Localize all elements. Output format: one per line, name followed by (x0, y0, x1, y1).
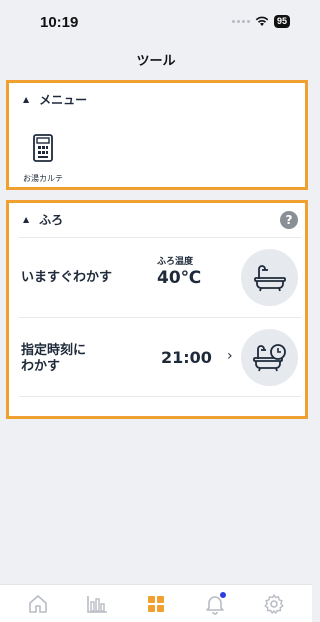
bathtub-clock-icon (252, 343, 286, 371)
collapse-triangle-icon: ▲ (23, 215, 30, 224)
bath-record-icon (33, 134, 53, 162)
menu-section-title: メニュー (39, 93, 88, 107)
signal-icon (231, 20, 250, 23)
timer-heat-row[interactable]: 指定時刻に わかす 21:00 › (19, 317, 301, 397)
bath-section-title: ふろ (39, 213, 64, 227)
menu-section: ▲ メニュー お湯カルテ (6, 80, 308, 190)
bath-temp-caption: ふろ温度 (157, 257, 194, 267)
menu-item-bath-record[interactable]: お湯カルテ (18, 133, 68, 185)
tab-chart[interactable] (77, 589, 117, 619)
battery-indicator: 95 (273, 15, 290, 28)
page-title: ツール (136, 54, 176, 69)
grid-icon (147, 595, 164, 612)
status-indicators: 95 (231, 15, 290, 28)
heat-now-label: いますぐわかす (21, 270, 113, 285)
bath-section: ▲ ふろ ? いますぐわかす ふろ温度 40℃ 指定時刻に わかす 21:00 … (6, 200, 308, 419)
bath-section-header[interactable]: ▲ ふろ (9, 203, 305, 236)
gear-icon (264, 593, 284, 614)
tab-home[interactable] (18, 589, 58, 619)
chevron-right-icon: › (227, 348, 233, 364)
tab-notifications[interactable] (195, 589, 235, 619)
tab-settings[interactable] (254, 589, 294, 619)
wifi-icon (255, 16, 269, 26)
bath-temp-value: 40℃ (157, 268, 202, 288)
notification-badge (220, 591, 227, 598)
timer-heat-label-line1: 指定時刻に (21, 343, 87, 358)
bar-chart-icon (86, 595, 107, 613)
bathtub-icon (253, 264, 286, 291)
home-icon (28, 594, 47, 613)
timer-heat-label-line2: わかす (21, 359, 61, 374)
timer-heat-label: 指定時刻に わかす (21, 343, 86, 375)
heat-now-button[interactable] (241, 249, 298, 306)
menu-item-label: お湯カルテ (23, 174, 63, 183)
tab-tools[interactable] (136, 589, 176, 619)
help-icon[interactable]: ? (280, 211, 298, 229)
heat-now-row[interactable]: いますぐわかす ふろ温度 40℃ (19, 237, 301, 317)
timer-time-value: 21:00 (161, 348, 212, 367)
status-time: 10:19 (40, 14, 79, 31)
status-bar: 10:19 95 (0, 0, 312, 44)
collapse-triangle-icon: ▲ (23, 95, 30, 104)
tab-bar (0, 584, 312, 622)
timer-heat-button[interactable] (241, 329, 298, 386)
menu-section-header[interactable]: ▲ メニュー (9, 83, 305, 116)
